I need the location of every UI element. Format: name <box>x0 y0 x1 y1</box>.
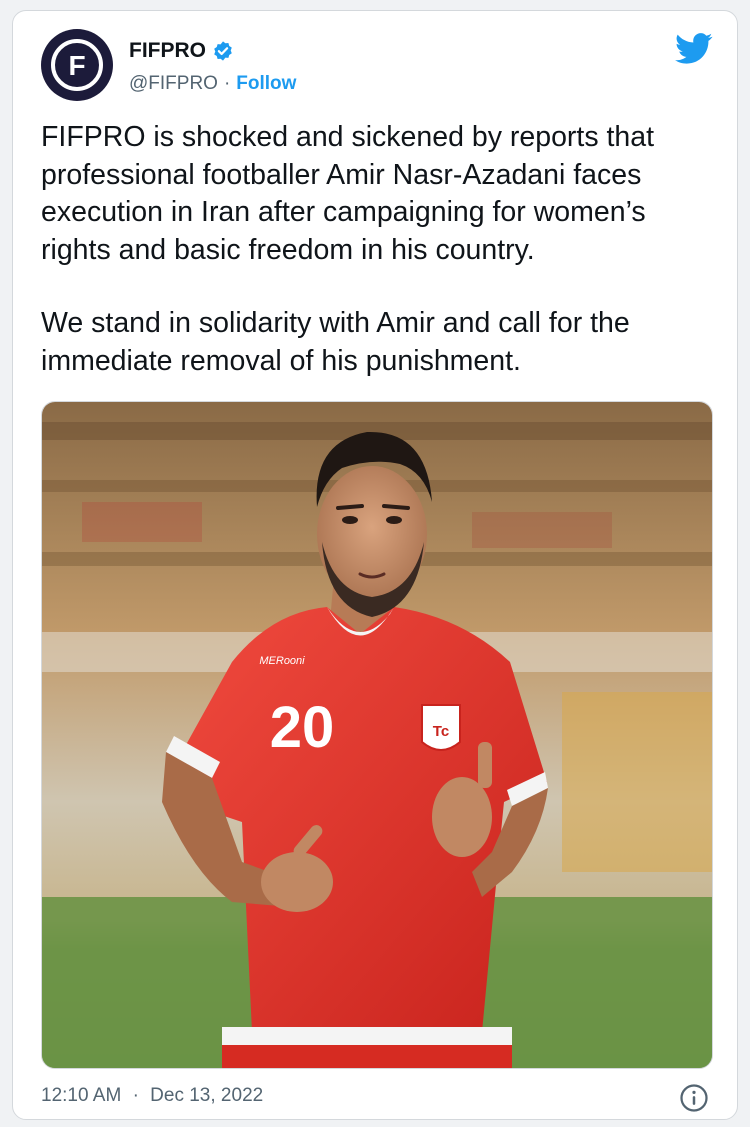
tweet-paragraph-2: We stand in solidarity with Amir and cal… <box>41 307 630 377</box>
follow-button[interactable]: Follow <box>236 73 296 95</box>
tweet-photo[interactable]: 20 MERooni Tc <box>41 401 713 1069</box>
info-icon[interactable] <box>679 1083 709 1113</box>
tweet-card: F FIFPRO @FIFPRO · Follow FIFPRO is shoc… <box>12 10 738 1120</box>
tweet-timestamp[interactable]: 12:10 AM · Dec 13, 2022 <box>41 1085 263 1107</box>
tweet-text: FIFPRO is shocked and sickened by report… <box>41 119 721 416</box>
timestamp-separator: · <box>132 1085 139 1106</box>
tweet-date[interactable]: Dec 13, 2022 <box>150 1085 263 1106</box>
user-handle[interactable]: @FIFPRO <box>129 73 218 95</box>
handle-row: @FIFPRO · Follow <box>129 73 296 95</box>
tweet-paragraph-1: FIFPRO is shocked and sickened by report… <box>41 121 655 266</box>
fifpro-logo-icon: F <box>43 31 111 99</box>
verified-badge-icon <box>214 41 232 61</box>
club-crest-text: Tc <box>433 723 449 740</box>
display-name[interactable]: FIFPRO <box>129 39 206 63</box>
fifpro-avatar[interactable]: F <box>41 29 113 101</box>
jersey-number: 20 <box>270 695 335 760</box>
twitter-bird-icon[interactable] <box>675 33 713 65</box>
handle-separator: · <box>223 73 231 94</box>
player-photo-illustration: 20 MERooni Tc <box>42 402 712 1068</box>
fifpro-logo-letter: F <box>68 50 85 81</box>
jersey-sponsor: MERooni <box>259 655 305 667</box>
tweet-time[interactable]: 12:10 AM <box>41 1085 121 1106</box>
name-row: FIFPRO <box>129 39 234 63</box>
